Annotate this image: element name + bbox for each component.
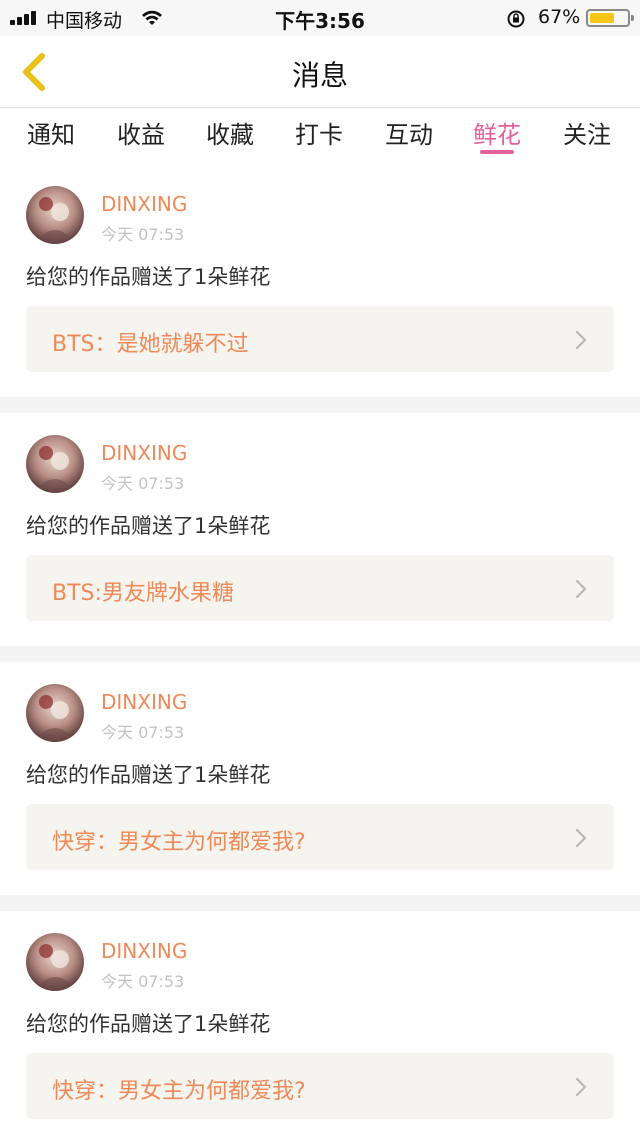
status-bar: 中国移动 下午3:56 67% bbox=[0, 0, 640, 36]
user-name[interactable]: DINXING bbox=[101, 441, 187, 465]
notification-card: DINXING 今天 07:53 给您的作品赠送了1朵鲜花 BTS：是她就躲不过 bbox=[0, 164, 640, 397]
tab-interactions[interactable]: 互动 bbox=[385, 115, 433, 150]
battery-icon bbox=[586, 9, 634, 27]
notification-card: DINXING 今天 07:53 给您的作品赠送了1朵鲜花 快穿：男女主为何都爱… bbox=[0, 662, 640, 895]
rotation-lock-icon bbox=[507, 10, 525, 28]
work-title: BTS：是她就躲不过 bbox=[52, 332, 249, 357]
tab-following[interactable]: 关注 bbox=[563, 115, 611, 150]
page-title: 消息 bbox=[291, 59, 348, 92]
avatar[interactable] bbox=[26, 933, 84, 991]
work-link[interactable]: BTS:男友牌水果糖 bbox=[26, 555, 614, 621]
active-tab-indicator bbox=[480, 150, 514, 154]
nav-bar: 消息 bbox=[0, 36, 640, 108]
work-title: 快穿：男女主为何都爱我? bbox=[52, 830, 306, 855]
tab-earnings[interactable]: 收益 bbox=[117, 115, 165, 150]
user-name[interactable]: DINXING bbox=[101, 690, 187, 714]
avatar[interactable] bbox=[26, 435, 84, 493]
tab-flowers[interactable]: 鲜花 bbox=[473, 115, 521, 150]
timestamp: 今天 07:53 bbox=[101, 474, 185, 493]
notification-card: DINXING 今天 07:53 给您的作品赠送了1朵鲜花 BTS:男友牌水果糖 bbox=[0, 413, 640, 646]
tab-checkin[interactable]: 打卡 bbox=[295, 115, 343, 150]
work-title: 快穿：男女主为何都爱我? bbox=[52, 1079, 306, 1104]
notification-message: 给您的作品赠送了1朵鲜花 bbox=[26, 1012, 271, 1036]
tab-notifications[interactable]: 通知 bbox=[27, 115, 75, 150]
work-link[interactable]: BTS：是她就躲不过 bbox=[26, 306, 614, 372]
chevron-right-icon bbox=[575, 330, 587, 350]
chevron-right-icon bbox=[575, 828, 587, 848]
work-link[interactable]: 快穿：男女主为何都爱我? bbox=[26, 804, 614, 870]
tab-favorites[interactable]: 收藏 bbox=[206, 115, 254, 150]
chevron-right-icon bbox=[575, 579, 587, 599]
avatar[interactable] bbox=[26, 186, 84, 244]
avatar[interactable] bbox=[26, 684, 84, 742]
user-name[interactable]: DINXING bbox=[101, 192, 187, 216]
notification-message: 给您的作品赠送了1朵鲜花 bbox=[26, 514, 271, 538]
user-name[interactable]: DINXING bbox=[101, 939, 187, 963]
chevron-right-icon bbox=[575, 1077, 587, 1097]
timestamp: 今天 07:53 bbox=[101, 723, 185, 742]
timestamp: 今天 07:53 bbox=[101, 225, 185, 244]
work-link[interactable]: 快穿：男女主为何都爱我? bbox=[26, 1053, 614, 1119]
work-title: BTS:男友牌水果糖 bbox=[52, 581, 234, 606]
notification-card: DINXING 今天 07:53 给您的作品赠送了1朵鲜花 快穿：男女主为何都爱… bbox=[0, 911, 640, 1139]
notification-message: 给您的作品赠送了1朵鲜花 bbox=[26, 763, 271, 787]
tab-bar: 通知 收益 收藏 打卡 互动 鲜花 关注 bbox=[0, 109, 640, 164]
timestamp: 今天 07:53 bbox=[101, 972, 185, 991]
notification-message: 给您的作品赠送了1朵鲜花 bbox=[26, 265, 271, 289]
battery-percent: 67% bbox=[538, 6, 581, 28]
